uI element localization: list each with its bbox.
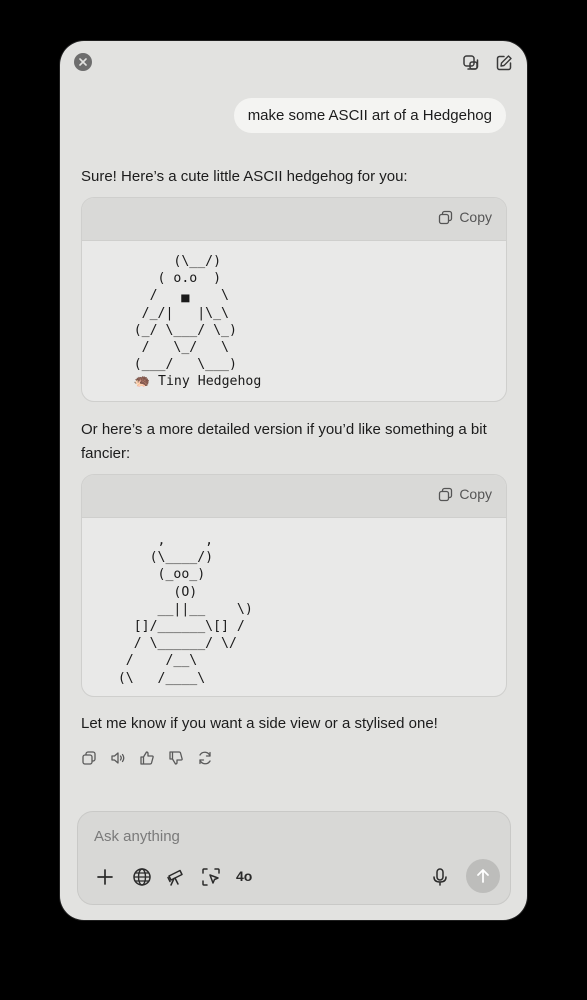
copy-window-button[interactable] <box>460 52 482 74</box>
assistant-middle-text: Or here’s a more detailed version if you… <box>81 421 487 462</box>
thumbs-up-icon[interactable] <box>139 750 155 766</box>
code-block-header: Copy <box>82 198 506 241</box>
globe-icon <box>133 868 151 886</box>
ascii-art-hedgehog-1: (\__/) ( o.o ) / ▄ \ /_/| |\_\ (_/ \___/… <box>133 254 262 390</box>
code-block-header: Copy <box>82 475 506 518</box>
copy-code-button[interactable]: Copy <box>438 486 492 502</box>
send-arrow-icon <box>477 869 489 883</box>
assistant-closing-text: Let me know if you want a side view or a… <box>81 715 438 732</box>
copy-icon <box>439 487 453 501</box>
ascii-art-hedgehog-2: , , (\____/) (_oo_) (O) __||__ \) []/___… <box>117 533 253 686</box>
code-block-2: Copy , , (\____/) (_oo_) (O) __||__ \) [… <box>81 474 507 697</box>
code-block-1: Copy (\__/) ( o.o ) / ▄ \ /_/| |\_\ (_/ … <box>81 197 507 402</box>
assistant-intro-text: Sure! Here’s a cute little ASCII hedgeho… <box>81 168 408 185</box>
close-icon <box>79 58 87 66</box>
model-selector[interactable]: 4o <box>236 868 252 884</box>
read-aloud-icon[interactable] <box>110 750 126 766</box>
new-chat-button[interactable] <box>493 52 515 74</box>
search-web-button[interactable] <box>131 866 153 888</box>
chat-window: make some ASCII art of a Hedgehog Sure! … <box>60 41 527 920</box>
copy-label: Copy <box>459 209 492 225</box>
telescope-icon <box>167 869 183 886</box>
copy-label: Copy <box>459 486 492 502</box>
copy-icon <box>439 210 453 224</box>
close-button[interactable] <box>74 53 92 71</box>
thumbs-down-icon[interactable] <box>168 750 184 766</box>
message-actions <box>81 750 213 766</box>
copy-code-button[interactable]: Copy <box>438 209 492 225</box>
voice-input-button[interactable] <box>429 866 451 888</box>
send-button[interactable] <box>466 859 500 893</box>
screen-select-icon <box>202 868 220 886</box>
compose-icon <box>496 55 512 71</box>
microphone-icon <box>433 868 447 886</box>
research-button[interactable] <box>165 866 187 888</box>
user-message-text: make some ASCII art of a Hedgehog <box>247 107 492 124</box>
composer: 4o <box>77 811 511 905</box>
attach-button[interactable] <box>94 866 116 888</box>
plus-icon <box>97 869 113 885</box>
prompt-input[interactable] <box>94 828 394 845</box>
screen-select-button[interactable] <box>200 866 222 888</box>
user-message-bubble: make some ASCII art of a Hedgehog <box>233 98 506 133</box>
copy-icon[interactable] <box>81 750 97 766</box>
copy-window-icon <box>463 55 479 70</box>
regenerate-icon[interactable] <box>197 750 213 766</box>
